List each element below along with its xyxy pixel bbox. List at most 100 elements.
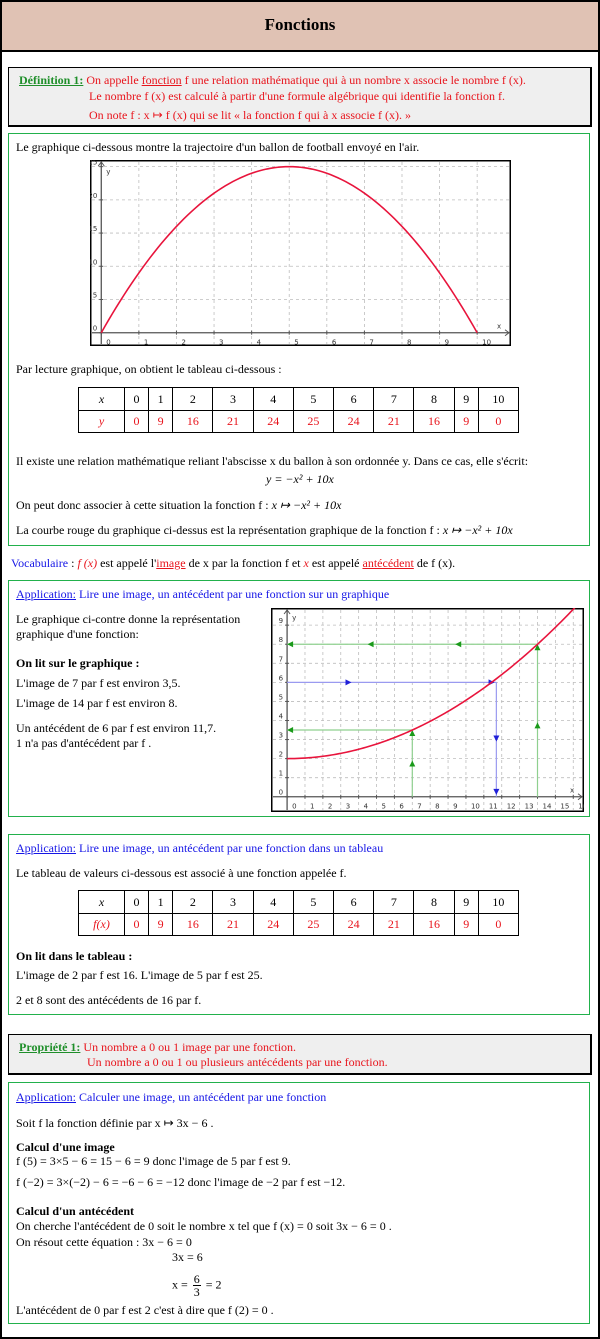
table-cell-x: 1 (148, 890, 174, 914)
y-tick-label: 0 (279, 789, 283, 797)
x-tick-label: 3 (219, 339, 223, 346)
x-tick-label: 10 (482, 339, 491, 346)
table-cell-value: 25 (292, 410, 335, 433)
y-tick-label: 3 (279, 732, 283, 740)
x-tick-label: 7 (369, 339, 373, 346)
application-label: Application: (16, 1090, 76, 1104)
y-tick-label: 9 (279, 617, 283, 625)
table-row-x: x 0 1 2 3 4 5 6 7 8 9 10 (78, 890, 520, 914)
table-cell-value: 24 (252, 913, 294, 936)
chart-frame (271, 608, 584, 812)
table-cell-x: 10 (477, 890, 520, 914)
vocabulary-label: Vocabulaire (11, 556, 69, 570)
property-label: Propriété 1: (19, 1040, 81, 1054)
values-table-1: x 0 1 2 3 4 5 6 7 8 9 10 y 0 9 16 21 24 25 24 21 16 9 0 (78, 387, 520, 433)
application-label: Application: (16, 841, 76, 855)
application-table-box: Application: Lire une image, un antécéde… (8, 834, 590, 1015)
table-cell-x: 10 (477, 387, 520, 411)
x-tick-label: 4 (364, 803, 369, 811)
table-cell-value: 21 (373, 913, 415, 936)
term-image: image (156, 556, 186, 570)
table-cell-x: 8 (413, 890, 455, 914)
table-cell-value: 0 (123, 913, 150, 936)
table-cell-x: 3 (212, 890, 254, 914)
graph-reading-heading: On lit sur le graphique : (16, 656, 140, 670)
x-tick-label: 1 (310, 803, 314, 811)
y-tick-label: 7 (279, 655, 283, 663)
table-cell-x: 3 (212, 387, 254, 411)
trajectory-chart: 0 1 2 3 4 5 6 7 8 9 10 0 5 10 15 20 25 x y (90, 160, 511, 346)
table-cell-value: 9 (148, 410, 174, 433)
table-cell-value: 16 (413, 410, 455, 433)
x-tick-label: 16 (578, 803, 584, 811)
table-cell-x: 2 (172, 890, 214, 914)
x-tick-label: 11 (489, 803, 498, 811)
table-cell-value: 24 (333, 913, 375, 936)
reading-sentence: Par lecture graphique, on obtient le tab… (16, 362, 282, 376)
table-cell-x: 0 (123, 387, 150, 411)
table-reading-heading: On lit dans le tableau : (16, 949, 133, 963)
x-tick-label: 8 (407, 339, 411, 346)
y-tick-label: 8 (279, 636, 283, 644)
page-title: Fonctions (0, 0, 600, 52)
x-tick-label: 10 (471, 803, 480, 811)
table-cell-x: 1 (148, 387, 174, 411)
table-cell-x: 7 (373, 387, 415, 411)
y-tick-label: 10 (90, 258, 97, 266)
x-tick-label: 6 (332, 339, 337, 346)
definition-box: Définition 1: On appelle fonction f une … (8, 67, 592, 127)
x-tick-label: 7 (417, 803, 421, 811)
table-cell-x: 8 (413, 387, 455, 411)
x-tick-label: 14 (542, 803, 551, 811)
table-cell-x: 6 (333, 387, 375, 411)
table-cell-value: 0 (123, 410, 150, 433)
y-tick-label: 1 (279, 770, 283, 778)
table-cell-value: 16 (172, 913, 214, 936)
function-graph-chart: 0123456789101112131415160123456789xy (271, 608, 584, 812)
table-cell-x: 6 (333, 890, 375, 914)
y-axis-label: y (106, 168, 110, 176)
table-cell-value: 21 (212, 410, 254, 433)
calc-antecedent-heading: Calcul d'un antécédent (16, 1204, 135, 1218)
y-tick-label: 15 (90, 225, 97, 233)
x-tick-label: 15 (560, 803, 569, 811)
x-tick-label: 8 (435, 803, 439, 811)
x-tick-label: 0 (292, 803, 296, 811)
relation-sentence: Il existe une relation mathématique reli… (16, 454, 529, 468)
table-cell-value: 9 (453, 913, 479, 936)
table-cell-value: 24 (252, 410, 294, 433)
table-cell-value: 0 (477, 410, 520, 433)
y-tick-label: 5 (93, 292, 97, 300)
definition-line-2: Le nombre f (x) est calculé à partir d'u… (89, 89, 505, 103)
table-cell-x: 5 (292, 890, 335, 914)
x-tick-label: 9 (445, 339, 449, 346)
x-tick-label: 13 (525, 803, 534, 811)
values-table-2: x 0 1 2 3 4 5 6 7 8 9 10 f(x) 0 9 16 21 24 25 24 21 16 9 0 (78, 890, 520, 936)
x-tick-label: 3 (346, 803, 350, 811)
table-cell-x: 0 (123, 890, 150, 914)
table-cell-value: 16 (413, 913, 455, 936)
definition-line-3: On note f : x ↦ f (x) qui se lit « la fo… (89, 108, 411, 122)
y-tick-label: 4 (279, 712, 284, 720)
x-tick-label: 2 (181, 339, 185, 346)
table-row-fx: f(x) 0 9 16 21 24 25 24 21 16 9 0 (78, 913, 520, 936)
table-cell-x: 9 (453, 387, 479, 411)
y-axis-label: y (292, 614, 296, 622)
x-axis-label: x (570, 787, 574, 795)
curve-expr: x ↦ −x² + 10x (442, 523, 513, 537)
x-tick-label: 2 (328, 803, 332, 811)
table-cell-value: 21 (212, 913, 254, 936)
y-tick-label: 5 (279, 693, 283, 701)
y-tick-label: 25 (90, 160, 97, 167)
application-calc-box: Application: Calculer une image, un anté… (8, 1082, 590, 1324)
property-box: Propriété 1: Un nombre a 0 ou 1 image pa… (8, 1034, 592, 1075)
table-cell-value: 24 (333, 410, 375, 433)
application-title: Lire une image, un antécédent par une fo… (76, 587, 390, 601)
x-tick-label: 9 (453, 803, 457, 811)
x-tick-label: 5 (382, 803, 386, 811)
x-tick-label: 1 (144, 339, 148, 346)
application-graph-box: Application: Lire une image, un antécéde… (8, 580, 590, 817)
x-tick-label: 5 (294, 339, 298, 346)
table-row-x: x 0 1 2 3 4 5 6 7 8 9 10 (78, 387, 520, 411)
table-cell-value: 0 (477, 913, 520, 936)
